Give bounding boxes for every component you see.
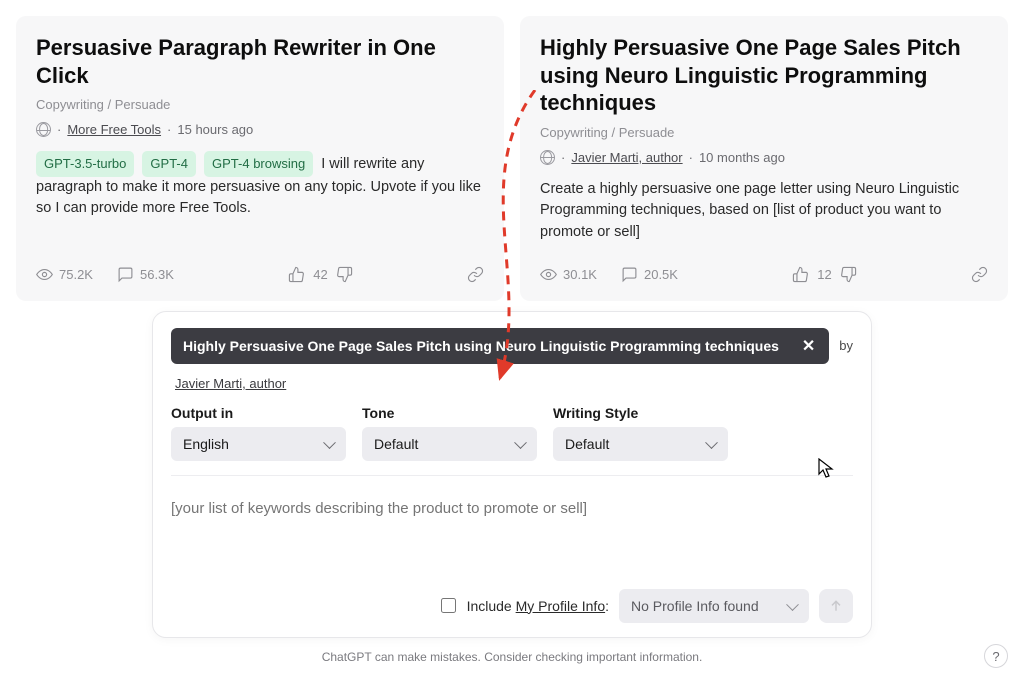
prompt-panel: Highly Persuasive One Page Sales Pitch u…	[152, 311, 872, 638]
prompt-input[interactable]	[171, 490, 853, 584]
selected-prompt-pill: Highly Persuasive One Page Sales Pitch u…	[171, 328, 829, 364]
card-author[interactable]: More Free Tools	[67, 122, 161, 137]
like-group: 42	[288, 266, 352, 283]
tone-select[interactable]: Default	[362, 427, 537, 461]
close-icon[interactable]: ✕	[800, 336, 817, 356]
card-author[interactable]: Javier Marti, author	[571, 150, 682, 165]
thumbs-down-icon[interactable]	[336, 266, 353, 283]
comment-icon	[621, 266, 638, 283]
comment-icon	[117, 266, 134, 283]
card-description: GPT-3.5-turbo GPT-4 GPT-4 browsing I wil…	[36, 151, 484, 244]
include-pre: Include	[467, 598, 516, 614]
likes-count: 42	[313, 267, 327, 282]
card-category: Copywriting / Persuade	[36, 97, 484, 112]
thumbs-down-icon[interactable]	[840, 266, 857, 283]
card-meta: · More Free Tools · 15 hours ago	[36, 122, 484, 137]
views-stat: 30.1K	[540, 266, 597, 283]
send-button[interactable]	[819, 589, 853, 623]
model-tag: GPT-4 browsing	[204, 151, 313, 177]
profile-info-select[interactable]: No Profile Info found	[619, 589, 809, 623]
meta-dot: ·	[167, 122, 171, 137]
card-meta: · Javier Marti, author · 10 months ago	[540, 150, 988, 165]
card-time: 10 months ago	[699, 150, 785, 165]
globe-icon	[540, 150, 555, 165]
card-description: Create a highly persuasive one page lett…	[540, 179, 988, 244]
like-group: 12	[792, 266, 856, 283]
card-title: Persuasive Paragraph Rewriter in One Cli…	[36, 34, 484, 89]
tone-label: Tone	[362, 405, 537, 421]
views-count: 75.2K	[59, 267, 93, 282]
prompt-card[interactable]: Highly Persuasive One Page Sales Pitch u…	[520, 16, 1008, 301]
card-category: Copywriting / Persuade	[540, 125, 988, 140]
comments-count: 20.5K	[644, 267, 678, 282]
model-tag: GPT-4	[142, 151, 196, 177]
disclaimer-text: ChatGPT can make mistakes. Consider chec…	[16, 650, 1008, 664]
comments-count: 56.3K	[140, 267, 174, 282]
meta-dot: ·	[57, 122, 61, 137]
include-link[interactable]: My Profile Info	[516, 598, 605, 614]
thumbs-up-icon[interactable]	[288, 266, 305, 283]
output-label: Output in	[171, 405, 346, 421]
meta-dot: ·	[561, 150, 565, 165]
prompt-author[interactable]: Javier Marti, author	[175, 376, 286, 391]
writing-style-select[interactable]: Default	[553, 427, 728, 461]
card-title: Highly Persuasive One Page Sales Pitch u…	[540, 34, 988, 117]
card-footer: 30.1K 20.5K 12	[540, 262, 988, 283]
likes-count: 12	[817, 267, 831, 282]
style-label: Writing Style	[553, 405, 728, 421]
comments-stat: 20.5K	[621, 266, 678, 283]
link-icon[interactable]	[971, 266, 988, 283]
views-stat: 75.2K	[36, 266, 93, 283]
card-footer: 75.2K 56.3K 42	[36, 262, 484, 283]
include-profile-label[interactable]: Include My Profile Info:	[437, 595, 609, 616]
eye-icon	[36, 266, 53, 283]
thumbs-up-icon[interactable]	[792, 266, 809, 283]
globe-icon	[36, 122, 51, 137]
pill-title: Highly Persuasive One Page Sales Pitch u…	[183, 338, 788, 354]
eye-icon	[540, 266, 557, 283]
link-icon[interactable]	[467, 266, 484, 283]
include-post: :	[605, 598, 609, 614]
card-time: 15 hours ago	[177, 122, 253, 137]
views-count: 30.1K	[563, 267, 597, 282]
prompt-card[interactable]: Persuasive Paragraph Rewriter in One Cli…	[16, 16, 504, 301]
model-tag: GPT-3.5-turbo	[36, 151, 134, 177]
help-button[interactable]: ?	[984, 644, 1008, 668]
comments-stat: 56.3K	[117, 266, 174, 283]
include-profile-checkbox[interactable]	[441, 598, 456, 613]
output-language-select[interactable]: English	[171, 427, 346, 461]
meta-dot: ·	[689, 150, 693, 165]
by-label: by	[839, 338, 853, 353]
